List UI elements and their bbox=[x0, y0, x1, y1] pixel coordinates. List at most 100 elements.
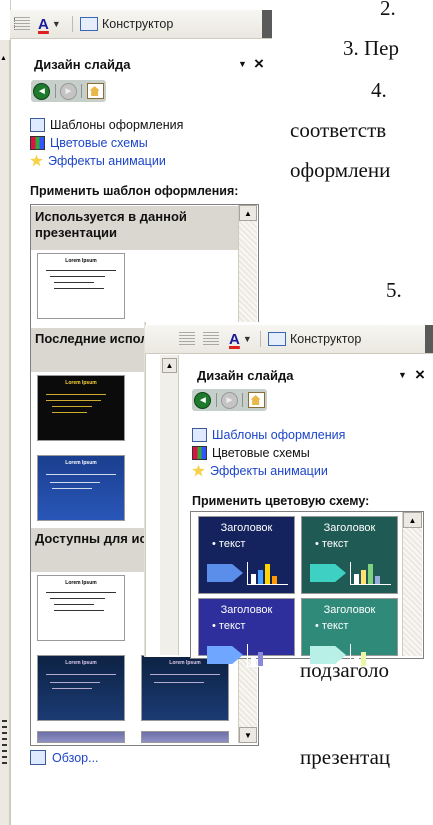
link-color-schemes[interactable]: Цветовые схемы bbox=[30, 134, 148, 151]
font-color-button[interactable]: A ▼ bbox=[229, 329, 252, 349]
color-scheme-tile[interactable]: Заголовок • текст bbox=[301, 598, 398, 667]
color-scheme-tile[interactable]: Заголовок • текст bbox=[198, 516, 295, 594]
thumb-title: Lorem Ipsum bbox=[65, 380, 97, 386]
font-color-icon: A bbox=[229, 330, 240, 348]
scheme-arrow-shape bbox=[310, 564, 346, 582]
link-label: Шаблоны оформления bbox=[50, 117, 184, 132]
template-thumbnail[interactable]: Lorem Ipsum bbox=[37, 655, 125, 721]
template-thumbnail[interactable]: Lorem Ipsum bbox=[37, 455, 125, 521]
scheme-heading: Заголовок bbox=[323, 522, 376, 534]
designer-icon bbox=[80, 17, 98, 31]
doc-line-7: 5. bbox=[386, 278, 402, 302]
link-animation-effects[interactable]: Эффекты анимации bbox=[192, 462, 328, 479]
scroll-up-button[interactable]: ▲ bbox=[403, 512, 422, 528]
scheme-bar bbox=[354, 574, 359, 584]
forward-button[interactable]: ► bbox=[219, 390, 241, 410]
star-icon bbox=[192, 464, 205, 477]
align-button[interactable] bbox=[179, 329, 195, 349]
group-used-in-presentation: Используется в данной презентации bbox=[31, 206, 238, 250]
doc-line-9: презентац bbox=[300, 745, 391, 769]
designer-label: Конструктор bbox=[290, 332, 362, 346]
home-icon bbox=[86, 83, 104, 99]
scheme-bar bbox=[368, 564, 373, 584]
front-strip-up[interactable]: ▲ bbox=[162, 358, 177, 373]
template-thumbnail[interactable]: Lorem Ipsum bbox=[37, 375, 125, 441]
scroll-down-button[interactable]: ▼ bbox=[239, 727, 257, 743]
scheme-bar-chart-icon bbox=[247, 562, 288, 585]
template-thumbnail[interactable]: Lorem Ipsum bbox=[141, 655, 229, 721]
back-nav-strip: ◄ ► bbox=[31, 80, 106, 102]
scheme-heading: Заголовок bbox=[323, 604, 376, 616]
back-button[interactable]: ◄ bbox=[31, 81, 53, 101]
link-label: Цветовые схемы bbox=[50, 135, 148, 150]
template-thumbnail[interactable] bbox=[141, 731, 229, 743]
color-scheme-tile[interactable]: Заголовок • текст bbox=[198, 598, 295, 667]
front-pane-header: Дизайн слайда ▼ × bbox=[185, 365, 433, 390]
doc-scroll-up[interactable]: ▲ bbox=[0, 54, 8, 64]
front-toolbar: A ▼ Конструктор bbox=[145, 325, 433, 354]
link-label: Цветовые схемы bbox=[212, 445, 310, 460]
designer-button[interactable]: Конструктор bbox=[268, 329, 361, 349]
nav-separator bbox=[81, 84, 83, 98]
scheme-bar bbox=[375, 576, 380, 584]
thumb-title: Lorem Ipsum bbox=[65, 258, 97, 264]
close-icon[interactable]: × bbox=[415, 365, 425, 385]
scheme-bar bbox=[272, 576, 277, 584]
front-nav-strip: ◄ ► bbox=[192, 389, 267, 411]
doc-line-6: оформлени bbox=[290, 158, 391, 182]
star-icon bbox=[30, 154, 43, 167]
forward-button[interactable]: ► bbox=[58, 81, 80, 101]
template-thumbnail[interactable] bbox=[37, 731, 125, 743]
pane-menu-dropdown[interactable]: ▼ bbox=[398, 370, 407, 380]
pane-menu-dropdown[interactable]: ▼ bbox=[238, 59, 247, 69]
browse-label: Обзор... bbox=[52, 750, 99, 765]
home-button[interactable] bbox=[245, 390, 267, 410]
templates-icon bbox=[192, 427, 207, 442]
link-color-schemes[interactable]: Цветовые схемы bbox=[192, 444, 310, 461]
doc-line-3: 3. Пер bbox=[343, 36, 399, 60]
front-left-strip: ▲ bbox=[160, 355, 179, 655]
font-color-button[interactable]: A ▼ bbox=[38, 14, 61, 34]
link-animation-effects[interactable]: Эффекты анимации bbox=[30, 152, 166, 169]
home-button[interactable] bbox=[84, 81, 106, 101]
scheme-bar bbox=[361, 652, 366, 666]
scheme-arrow-shape bbox=[207, 564, 243, 582]
link-design-templates[interactable]: Шаблоны оформления bbox=[30, 116, 183, 133]
pane-title: Дизайн слайда bbox=[197, 368, 294, 383]
align-button-2[interactable] bbox=[203, 329, 219, 349]
scheme-bullet-text: • текст bbox=[212, 538, 246, 550]
pane-title: Дизайн слайда bbox=[34, 57, 131, 72]
designer-button[interactable]: Конструктор bbox=[80, 14, 173, 34]
forward-arrow-icon: ► bbox=[59, 82, 77, 100]
doc-left-strip: ▲ bbox=[0, 40, 10, 825]
link-design-templates[interactable]: Шаблоны оформления bbox=[192, 426, 345, 443]
color-scheme-tile[interactable]: Заголовок • текст bbox=[301, 516, 398, 594]
templates-icon bbox=[30, 117, 45, 132]
scheme-bar bbox=[354, 656, 359, 666]
scheme-bar bbox=[258, 570, 263, 584]
doc-line-5: соответств bbox=[290, 118, 387, 142]
apply-template-label: Применить шаблон оформления: bbox=[30, 184, 239, 198]
scheme-bar bbox=[251, 656, 256, 666]
link-label: Эффекты анимации bbox=[210, 463, 328, 478]
toolbar-separator bbox=[260, 331, 261, 347]
toolbar-overflow[interactable] bbox=[262, 10, 272, 38]
back-arrow-icon: ◄ bbox=[33, 82, 51, 100]
align-icon bbox=[179, 332, 195, 346]
scheme-bar bbox=[258, 652, 263, 666]
template-thumbnail[interactable]: Lorem Ipsum bbox=[37, 253, 125, 319]
chevron-down-icon: ▼ bbox=[51, 19, 61, 29]
scroll-up-button[interactable]: ▲ bbox=[239, 205, 257, 221]
browse-icon bbox=[30, 750, 46, 765]
scheme-bullet-text: • текст bbox=[315, 620, 349, 632]
toolbar-overflow[interactable] bbox=[425, 325, 433, 353]
align-button[interactable] bbox=[14, 14, 30, 34]
color-schemes-icon bbox=[192, 445, 207, 460]
back-button[interactable]: ◄ bbox=[192, 390, 214, 410]
browse-link[interactable]: Обзор... bbox=[30, 750, 99, 765]
scheme-bar-chart-icon bbox=[350, 644, 391, 667]
close-icon[interactable]: × bbox=[254, 54, 264, 74]
scheme-scrollbar[interactable]: ▲ bbox=[402, 512, 422, 656]
template-thumbnail[interactable]: Lorem Ipsum bbox=[37, 575, 125, 641]
scheme-bar-chart-icon bbox=[247, 644, 288, 667]
